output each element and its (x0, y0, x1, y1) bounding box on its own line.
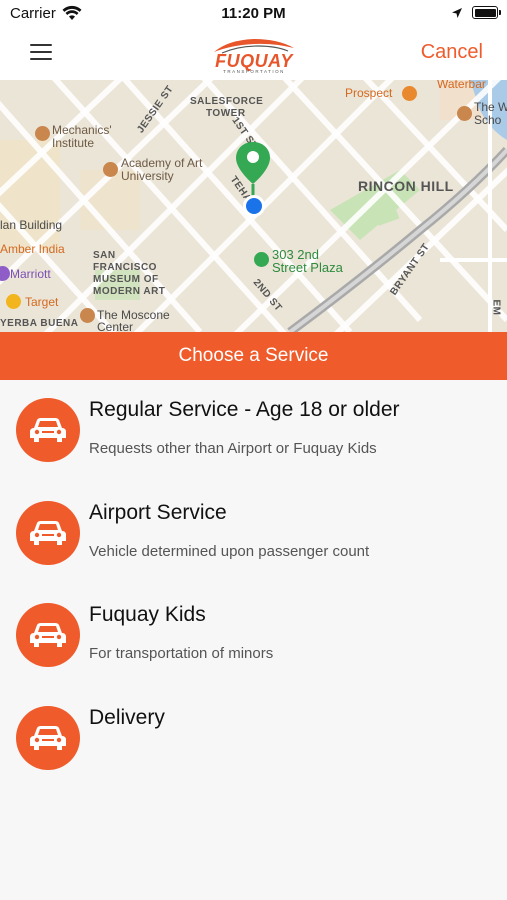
plaza-poi-icon[interactable] (254, 252, 269, 267)
map-view[interactable]: Waterbar Prospect The W Scho SALESFORCE … (0, 80, 507, 332)
service-description: Requests other than Airport or Fuquay Ki… (89, 440, 377, 457)
map-label-san: SAN (93, 250, 116, 261)
car-icon (16, 501, 80, 565)
map-label-moscone-center: Center (97, 320, 134, 332)
map-label-street-plaza: Street Plaza (272, 260, 343, 275)
restaurant-poi-icon[interactable] (402, 86, 417, 101)
museum-poi-icon[interactable] (35, 126, 50, 141)
convention-poi-icon[interactable] (80, 308, 95, 323)
logo-tagline: TRANSPORTATION (223, 69, 285, 74)
status-bar: Carrier 11:20 PM (0, 0, 507, 30)
current-location-dot-icon (243, 195, 265, 217)
service-regular[interactable]: Regular Service - Age 18 or older Reques… (0, 398, 507, 498)
map-label-amber-india: Amber India (0, 242, 65, 256)
map-label-marriott: Marriott (10, 267, 51, 281)
map-label-waterbar: Waterbar (437, 80, 486, 91)
map-label-em: EM (490, 299, 502, 316)
location-arrow-icon (452, 8, 462, 18)
service-description: Vehicle determined upon passenger count (89, 543, 370, 560)
map-label-lan-building: lan Building (0, 218, 63, 232)
map-label-the-w: The W (474, 100, 507, 114)
choose-service-banner: Choose a Service (0, 332, 507, 380)
clock: 11:20 PM (221, 5, 286, 22)
service-description: For transportation of minors (89, 645, 274, 662)
car-icon (16, 706, 80, 770)
service-airport[interactable]: Airport Service Vehicle determined upon … (0, 501, 507, 601)
map-label-modern-art: MODERN ART (93, 286, 166, 297)
map-label-prospect: Prospect (345, 86, 393, 100)
service-delivery[interactable]: Delivery (0, 706, 507, 806)
service-title: Regular Service - Age 18 or older (89, 398, 400, 421)
service-title: Delivery (89, 706, 165, 729)
map-label-target: Target (25, 295, 59, 309)
cancel-button[interactable]: Cancel (421, 41, 483, 64)
map-label-yerba-buena: YERBA BUENA (0, 318, 79, 329)
map-label-mechanics: Mechanics' (52, 123, 112, 137)
hamburger-menu-icon[interactable] (30, 44, 52, 62)
map-label-university: University (121, 169, 174, 183)
service-fuquay-kids[interactable]: Fuquay Kids For transportation of minors (0, 603, 507, 703)
map-label-francisco: FRANCISCO (93, 262, 157, 273)
map-label-institute: Institute (52, 136, 95, 150)
nav-bar: FUQUAY TRANSPORTATION Cancel (0, 30, 507, 80)
car-icon (16, 603, 80, 667)
map-label-academy: Academy of Art (121, 156, 203, 170)
fuquay-logo: FUQUAY TRANSPORTATION (208, 36, 300, 74)
shopping-poi-icon[interactable] (6, 294, 21, 309)
school-poi-icon[interactable] (457, 106, 472, 121)
map-label-salesforce: SALESFORCE (190, 96, 264, 107)
service-title: Airport Service (89, 501, 227, 524)
map-label-museum-of: MUSEUM OF (93, 274, 159, 285)
battery-icon (472, 6, 501, 19)
service-title: Fuquay Kids (89, 603, 206, 626)
university-poi-icon[interactable] (103, 162, 118, 177)
car-icon (16, 398, 80, 462)
map-label-rincon-hill: RINCON HILL (358, 178, 454, 194)
map-label-scho: Scho (474, 113, 502, 127)
